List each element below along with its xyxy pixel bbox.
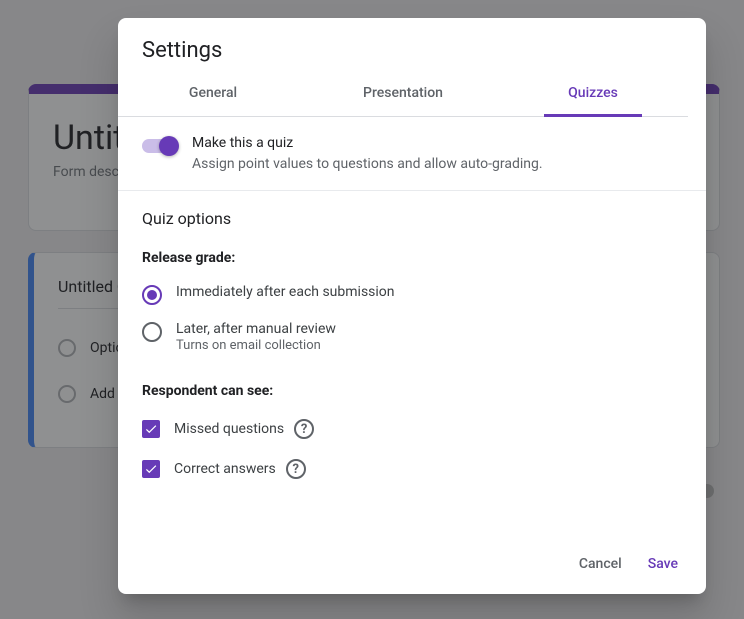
dialog-title: Settings bbox=[142, 38, 682, 63]
make-quiz-text: Make this a quiz Assign point values to … bbox=[192, 135, 682, 172]
release-later-label: Later, after manual review bbox=[176, 321, 682, 337]
settings-tabs: General Presentation Quizzes bbox=[118, 71, 688, 117]
checkbox-checked-icon bbox=[142, 420, 160, 438]
make-quiz-desc: Assign point values to questions and all… bbox=[192, 156, 543, 172]
help-icon[interactable]: ? bbox=[294, 419, 314, 439]
radio-unselected-icon bbox=[142, 322, 162, 342]
radio-selected-icon bbox=[142, 285, 162, 305]
help-icon[interactable]: ? bbox=[286, 459, 306, 479]
checkbox-checked-icon bbox=[142, 460, 160, 478]
release-grade-title: Release grade: bbox=[118, 238, 706, 276]
dialog-body[interactable]: Make this a quiz Assign point values to … bbox=[118, 117, 706, 538]
release-immediate-label: Immediately after each submission bbox=[176, 284, 682, 300]
tab-general[interactable]: General bbox=[118, 71, 308, 116]
dialog-header: Settings bbox=[118, 18, 706, 71]
settings-dialog: Settings General Presentation Quizzes Ma… bbox=[118, 18, 706, 594]
release-immediate-row[interactable]: Immediately after each submission bbox=[118, 276, 706, 313]
correct-answers-label: Correct answers bbox=[174, 461, 276, 477]
make-quiz-row: Make this a quiz Assign point values to … bbox=[118, 117, 706, 191]
tab-quizzes[interactable]: Quizzes bbox=[498, 71, 688, 116]
switch-thumb bbox=[159, 136, 179, 156]
release-later-sub: Turns on email collection bbox=[176, 338, 682, 353]
dialog-footer: Cancel Save bbox=[118, 538, 706, 594]
quiz-options-title: Quiz options bbox=[118, 191, 706, 238]
release-later-row[interactable]: Later, after manual review Turns on emai… bbox=[118, 313, 706, 361]
respondent-can-see-title: Respondent can see: bbox=[118, 371, 706, 409]
missed-questions-row[interactable]: Missed questions ? bbox=[118, 409, 706, 449]
tab-presentation[interactable]: Presentation bbox=[308, 71, 498, 116]
missed-questions-label: Missed questions bbox=[174, 421, 284, 437]
save-button[interactable]: Save bbox=[644, 550, 682, 578]
cancel-button[interactable]: Cancel bbox=[575, 550, 626, 578]
correct-answers-row[interactable]: Correct answers ? bbox=[118, 449, 706, 489]
make-quiz-toggle[interactable] bbox=[142, 139, 176, 153]
make-quiz-label: Make this a quiz bbox=[192, 135, 682, 151]
